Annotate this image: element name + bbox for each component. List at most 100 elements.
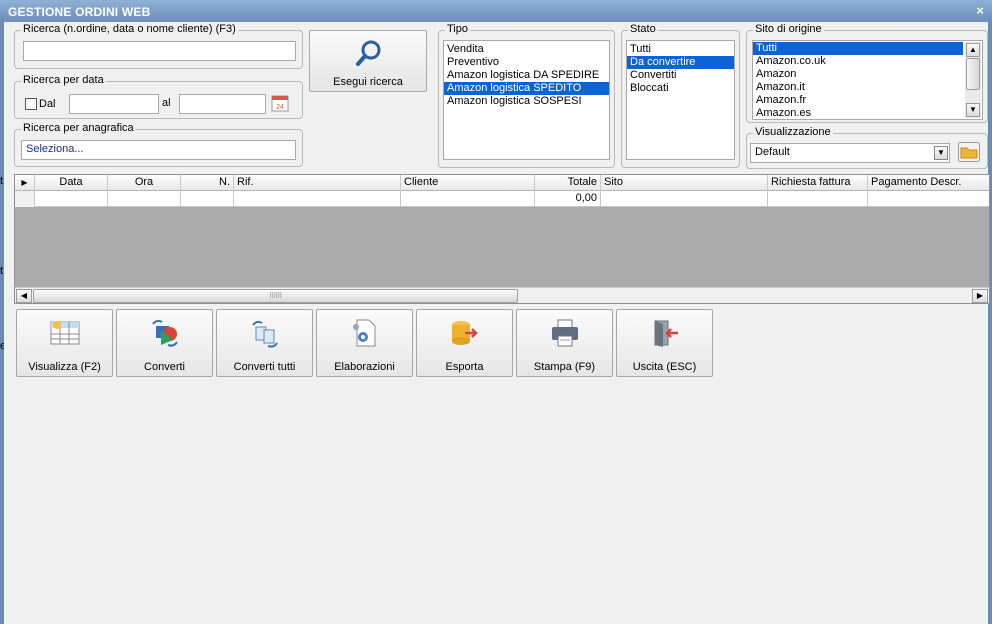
tipo-listbox[interactable]: Vendita Preventivo Amazon logistica DA S…	[443, 40, 610, 160]
exit-button[interactable]: Uscita (ESC)	[616, 309, 713, 377]
main-window: GESTIONE ORDINI WEB × t t e Ricerca (n.o…	[0, 0, 992, 624]
print-button-label: Stampa (F9)	[533, 361, 596, 373]
convert-icon	[152, 319, 178, 347]
tipo-legend: Tipo	[445, 23, 470, 35]
cell-pagamento-descr[interactable]	[868, 191, 989, 207]
stato-group: Stato Tutti Da convertire Convertiti Blo…	[621, 23, 740, 168]
scroll-up-icon[interactable]: ▲	[966, 43, 980, 57]
convert-button[interactable]: Converti	[116, 309, 213, 377]
registry-select-input[interactable]: Seleziona...	[21, 140, 296, 160]
col-data[interactable]: Data	[35, 175, 108, 191]
execute-search-button[interactable]: Esegui ricerca	[309, 30, 427, 92]
stato-item[interactable]: Tutti	[627, 43, 734, 56]
cell-totale[interactable]: 0,00	[535, 191, 601, 207]
from-label: Dal	[39, 98, 56, 110]
convert-all-button[interactable]: Converti tutti	[216, 309, 313, 377]
registry-search-group: Ricerca per anagrafica Seleziona...	[14, 122, 303, 167]
date-search-legend: Ricerca per data	[21, 74, 106, 86]
export-button[interactable]: Esporta	[416, 309, 513, 377]
window-title: GESTIONE ORDINI WEB	[8, 5, 151, 19]
date-to-input[interactable]	[179, 94, 266, 114]
table-view-icon	[50, 321, 80, 345]
edge-mark: e	[0, 340, 4, 352]
tipo-item[interactable]: Preventivo	[444, 56, 609, 69]
cell-ora[interactable]	[108, 191, 181, 207]
cell-cliente[interactable]	[401, 191, 535, 207]
scroll-thumb[interactable]	[966, 58, 980, 90]
grid-header: ▶ Data Ora N. Rif. Cliente Totale Sito R…	[15, 175, 989, 191]
export-button-label: Esporta	[445, 361, 484, 373]
sito-listbox[interactable]: Tutti Amazon.co.uk Amazon Amazon.it Amaz…	[752, 40, 983, 120]
cell-richiesta-fattura[interactable]	[768, 191, 868, 207]
col-rif[interactable]: Rif.	[234, 175, 401, 191]
visualizzazione-select[interactable]: Default	[750, 143, 950, 163]
col-richiesta-fattura[interactable]: Richiesta fattura	[768, 175, 868, 191]
table-row[interactable]: 0,00	[15, 191, 989, 207]
sito-item[interactable]: Amazon.fr	[753, 94, 982, 107]
cell-numero[interactable]	[181, 191, 234, 207]
registry-search-legend: Ricerca per anagrafica	[21, 122, 136, 134]
sito-item[interactable]: Amazon.es	[753, 107, 982, 119]
col-numero[interactable]: N.	[181, 175, 234, 191]
from-checkbox[interactable]	[25, 98, 37, 110]
sito-item[interactable]: Tutti	[753, 42, 963, 55]
sito-item[interactable]: Amazon.co.uk	[753, 55, 982, 68]
grip-icon: ⠿⠿⠿	[269, 293, 282, 300]
sito-item[interactable]: Amazon.it	[753, 81, 982, 94]
col-ora[interactable]: Ora	[108, 175, 181, 191]
cell-sito[interactable]	[601, 191, 768, 207]
date-from-input[interactable]	[69, 94, 159, 114]
search-input[interactable]	[23, 41, 296, 61]
stato-item[interactable]: Bloccati	[627, 82, 734, 95]
col-cliente[interactable]: Cliente	[401, 175, 535, 191]
convert-all-icon	[252, 320, 278, 348]
exit-door-icon	[654, 320, 678, 347]
col-totale[interactable]: Totale	[535, 175, 601, 191]
convert-button-label: Converti	[144, 361, 185, 373]
search-legend: Ricerca (n.ordine, data o nome cliente) …	[21, 23, 238, 35]
title-bar: GESTIONE ORDINI WEB ×	[0, 0, 992, 22]
scroll-right-icon[interactable]: ▶	[972, 289, 988, 303]
view-button[interactable]: Visualizza (F2)	[16, 309, 113, 377]
sito-scrollbar[interactable]: ▲ ▼	[965, 42, 981, 118]
folder-icon[interactable]	[958, 142, 980, 162]
tipo-item[interactable]: Vendita	[444, 43, 609, 56]
processing-button-label: Elaborazioni	[334, 361, 395, 373]
tipo-item[interactable]: Amazon logistica SPEDITO	[444, 82, 609, 95]
stato-legend: Stato	[628, 23, 658, 35]
convert-all-button-label: Converti tutti	[233, 361, 296, 373]
stato-item[interactable]: Convertiti	[627, 69, 734, 82]
horizontal-scrollbar[interactable]: ◀ ⠿⠿⠿ ▶	[15, 287, 989, 303]
search-icon	[356, 40, 381, 66]
chevron-down-icon[interactable]: ▼	[934, 146, 948, 160]
tipo-group: Tipo Vendita Preventivo Amazon logistica…	[438, 23, 615, 168]
document-gear-icon	[353, 319, 376, 347]
execute-search-label: Esegui ricerca	[333, 76, 403, 88]
tipo-item[interactable]: Amazon logistica DA SPEDIRE	[444, 69, 609, 82]
tipo-item[interactable]: Amazon logistica SOSPESI	[444, 95, 609, 108]
stato-item[interactable]: Da convertire	[627, 56, 734, 69]
close-icon[interactable]: ×	[976, 3, 984, 18]
processing-button[interactable]: Elaborazioni	[316, 309, 413, 377]
col-sito[interactable]: Sito	[601, 175, 768, 191]
scroll-down-icon[interactable]: ▼	[966, 103, 980, 117]
cell-rif[interactable]	[234, 191, 401, 207]
sito-item[interactable]: Amazon	[753, 68, 982, 81]
view-button-label: Visualizza (F2)	[28, 361, 101, 373]
scroll-left-icon[interactable]: ◀	[16, 289, 32, 303]
edge-mark: t	[0, 175, 4, 187]
row-selector[interactable]	[15, 191, 35, 207]
print-button[interactable]: Stampa (F9)	[516, 309, 613, 377]
cell-data[interactable]	[35, 191, 108, 207]
printer-icon	[552, 319, 578, 347]
visualizzazione-group: Visualizzazione Default ▼	[746, 126, 988, 169]
edge-mark: t	[0, 265, 4, 277]
col-pagamento-descr[interactable]: Pagamento Descr.	[868, 175, 989, 191]
stato-listbox[interactable]: Tutti Da convertire Convertiti Bloccati	[626, 40, 735, 160]
calendar-icon[interactable]: 24	[271, 94, 289, 112]
visualizzazione-legend: Visualizzazione	[753, 126, 833, 138]
scroll-thumb[interactable]: ⠿⠿⠿	[33, 289, 518, 303]
exit-button-label: Uscita (ESC)	[632, 361, 697, 373]
to-label: al	[162, 97, 171, 109]
orders-grid[interactable]: ▶ Data Ora N. Rif. Cliente Totale Sito R…	[14, 174, 990, 304]
